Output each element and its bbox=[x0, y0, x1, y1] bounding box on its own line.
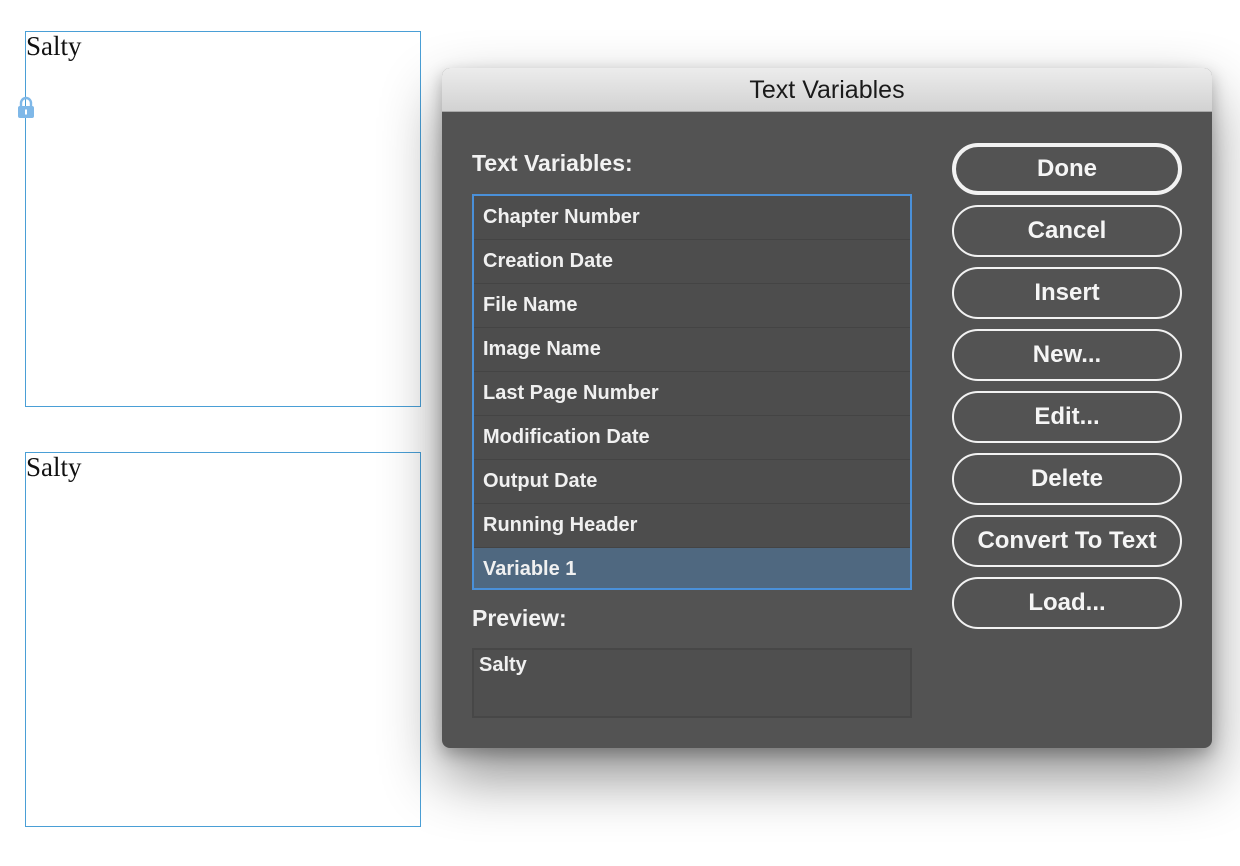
variables-label: Text Variables: bbox=[472, 150, 633, 176]
new-button[interactable]: New... bbox=[952, 329, 1182, 381]
load-button[interactable]: Load... bbox=[952, 577, 1182, 629]
variables-list[interactable]: Chapter Number Creation Date File Name I… bbox=[472, 194, 912, 590]
text-frame-top[interactable]: Salty bbox=[25, 31, 421, 407]
frame-text: Salty bbox=[26, 31, 82, 61]
list-item-selected[interactable]: Variable 1 bbox=[474, 548, 910, 588]
document-canvas: Salty Salty Text Variables Text Variable… bbox=[0, 0, 1240, 866]
insert-button[interactable]: Insert bbox=[952, 267, 1182, 319]
list-item[interactable]: Image Name bbox=[474, 328, 910, 372]
preview-value: Salty bbox=[479, 654, 527, 676]
convert-to-text-button[interactable]: Convert To Text bbox=[952, 515, 1182, 567]
preview-label: Preview: bbox=[472, 605, 567, 631]
list-item[interactable]: Modification Date bbox=[474, 416, 910, 460]
preview-box: Salty bbox=[472, 648, 912, 718]
text-frame-bottom[interactable]: Salty bbox=[25, 452, 421, 827]
list-item[interactable]: Chapter Number bbox=[474, 196, 910, 240]
frame-text: Salty bbox=[26, 452, 82, 482]
list-item[interactable]: Output Date bbox=[474, 460, 910, 504]
list-item[interactable]: Creation Date bbox=[474, 240, 910, 284]
text-variables-dialog: Text Variables Text Variables: Chapter N… bbox=[442, 68, 1212, 748]
list-item[interactable]: Last Page Number bbox=[474, 372, 910, 416]
edit-button[interactable]: Edit... bbox=[952, 391, 1182, 443]
list-item[interactable]: Running Header bbox=[474, 504, 910, 548]
lock-icon[interactable] bbox=[16, 96, 36, 120]
delete-button[interactable]: Delete bbox=[952, 453, 1182, 505]
dialog-title: Text Variables bbox=[442, 68, 1212, 112]
done-button[interactable]: Done bbox=[952, 143, 1182, 195]
cancel-button[interactable]: Cancel bbox=[952, 205, 1182, 257]
list-item[interactable]: File Name bbox=[474, 284, 910, 328]
